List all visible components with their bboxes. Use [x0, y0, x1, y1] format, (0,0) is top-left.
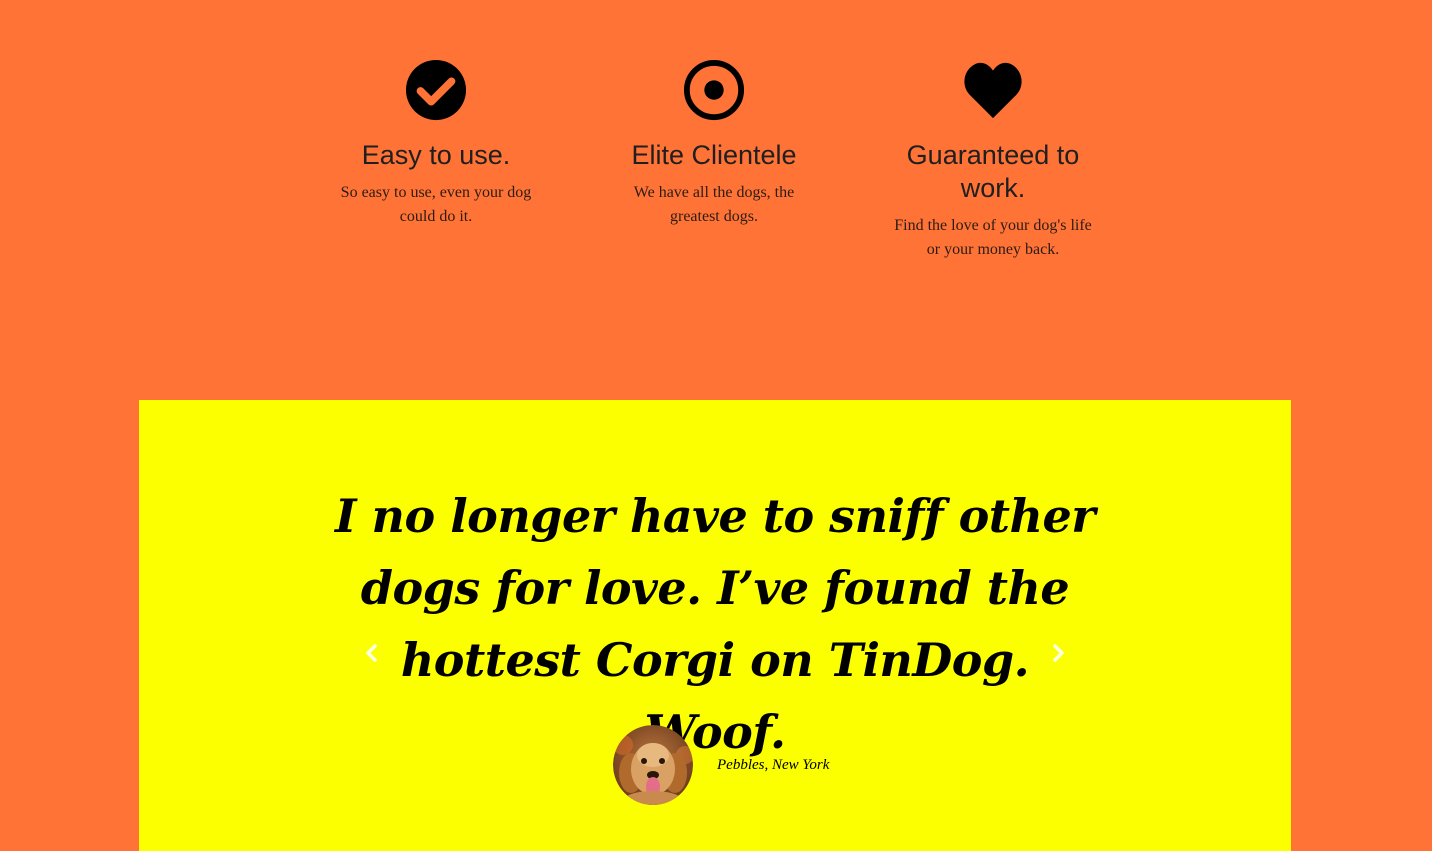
bullseye-icon — [683, 60, 745, 121]
feature-guaranteed: Guaranteed to work. Find the love of you… — [883, 60, 1103, 262]
chevron-left-icon[interactable] — [360, 641, 384, 665]
features-section: Easy to use. So easy to use, even your d… — [0, 0, 1432, 400]
chevron-right-icon[interactable] — [1046, 641, 1070, 665]
feature-easy-to-use: Easy to use. So easy to use, even your d… — [326, 60, 546, 229]
feature-elite-clientele: Elite Clientele We have all the dogs, th… — [604, 60, 824, 229]
feature-description: We have all the dogs, the greatest dogs. — [633, 184, 795, 225]
feature-title: Easy to use. — [361, 140, 511, 170]
dog-avatar — [613, 725, 693, 805]
testimonial-author: Pebbles, New York — [613, 725, 829, 805]
feature-title: Guaranteed to work. — [906, 140, 1080, 203]
feature-description: Find the love of your dog's life or your… — [894, 217, 1092, 258]
testimonial-carousel: I no longer have to sniff other dogs for… — [139, 400, 1291, 851]
feature-title: Elite Clientele — [631, 140, 797, 170]
heart-icon — [964, 62, 1022, 119]
feature-description: So easy to use, even your dog could do i… — [340, 184, 532, 225]
check-circle-icon — [405, 60, 467, 121]
testimonial-author-name: Pebbles, New York — [717, 756, 830, 773]
